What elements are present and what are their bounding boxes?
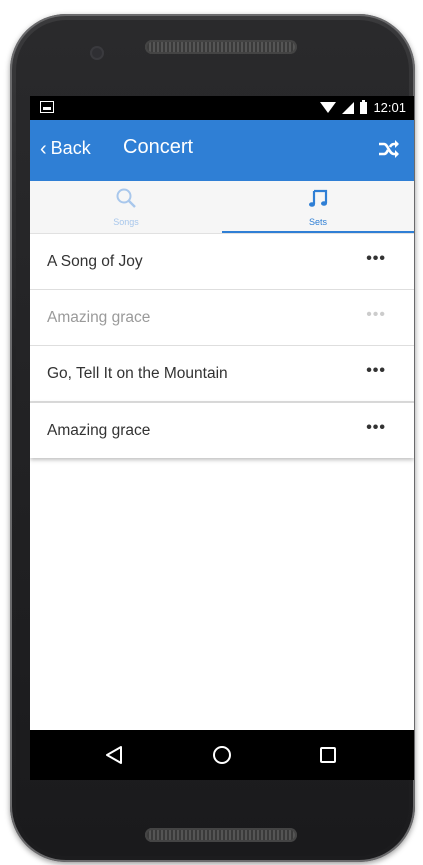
screen: 12:01 ‹ Back Concert Songs Sets A Song o…: [30, 96, 414, 780]
status-icons: 12:01: [320, 99, 406, 115]
status-time: 12:01: [373, 100, 406, 115]
song-title: Amazing grace: [47, 308, 151, 326]
song-title: Amazing grace: [47, 421, 151, 439]
status-bar: 12:01: [30, 96, 414, 120]
music-note-icon: [309, 189, 328, 207]
more-options-icon[interactable]: •••: [366, 250, 386, 268]
app-bar: ‹ Back Concert: [30, 120, 414, 181]
image-notification-icon: [40, 101, 54, 113]
system-nav-bar: [30, 730, 414, 780]
song-title: A Song of Joy: [47, 252, 143, 270]
nav-home-icon[interactable]: [210, 743, 234, 767]
song-title: Go, Tell It on the Mountain: [47, 364, 228, 382]
battery-icon: [360, 99, 368, 114]
song-list: A Song of Joy ••• Amazing grace ••• Go, …: [30, 234, 414, 458]
chevron-left-icon: ‹: [40, 137, 47, 160]
front-camera: [90, 46, 104, 60]
back-label: Back: [50, 138, 91, 158]
list-item[interactable]: Amazing grace •••: [30, 290, 414, 346]
search-icon: [116, 188, 136, 208]
list-item[interactable]: A Song of Joy •••: [30, 234, 414, 290]
more-options-icon[interactable]: •••: [366, 362, 386, 380]
tab-songs-label: Songs: [113, 217, 139, 227]
dragged-list-item[interactable]: Amazing grace •••: [30, 402, 414, 458]
shuffle-icon[interactable]: [376, 136, 402, 162]
tab-songs[interactable]: Songs: [30, 181, 222, 233]
nav-recents-icon[interactable]: [316, 743, 340, 767]
list-item[interactable]: Go, Tell It on the Mountain •••: [30, 346, 414, 402]
wifi-icon: [320, 102, 337, 113]
tab-sets[interactable]: Sets: [222, 181, 414, 233]
back-button[interactable]: ‹ Back: [40, 138, 91, 159]
signal-icon: [342, 101, 355, 114]
nav-back-icon[interactable]: [102, 743, 126, 767]
top-speaker: [145, 40, 297, 54]
tab-sets-label: Sets: [308, 217, 327, 227]
page-title: Concert: [123, 136, 194, 158]
bottom-speaker: [145, 828, 297, 842]
tab-bar: Songs Sets: [30, 181, 414, 234]
more-options-icon[interactable]: •••: [366, 419, 386, 437]
more-options-icon[interactable]: •••: [366, 306, 386, 324]
